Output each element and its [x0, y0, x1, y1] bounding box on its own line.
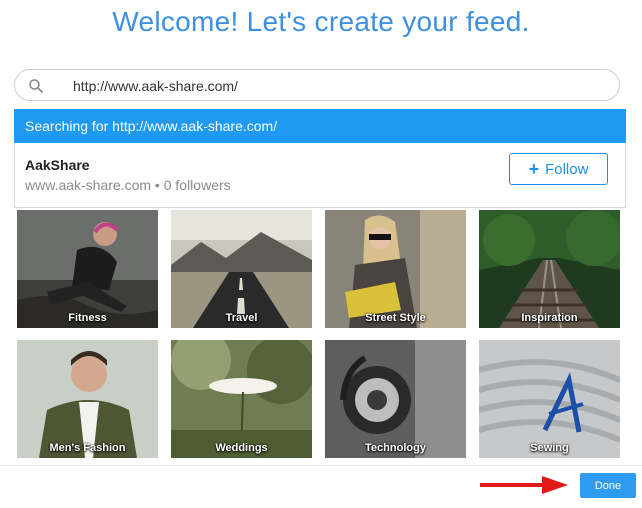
- category-label: Street Style: [365, 312, 426, 324]
- category-label: Weddings: [215, 442, 268, 454]
- result-name: AakShare: [25, 157, 90, 173]
- inspiration-image: [479, 210, 620, 328]
- search-result-item[interactable]: AakShare www.aak-share.com • 0 followers…: [14, 143, 626, 205]
- category-label: Technology: [365, 442, 426, 454]
- category-tile-mens-fashion[interactable]: Men's Fashion: [17, 340, 158, 458]
- page-title: Welcome! Let's create your feed.: [112, 6, 530, 37]
- searching-for-text: Searching for http://www.aak-share.com/: [25, 118, 278, 134]
- category-label: Sewing: [530, 442, 569, 454]
- searching-for-bar[interactable]: Searching for http://www.aak-share.com/: [14, 109, 626, 143]
- travel-image: [171, 210, 312, 328]
- fitness-image: [17, 210, 158, 328]
- arrow-right-icon: [480, 476, 568, 494]
- category-tile-weddings[interactable]: Weddings: [171, 340, 312, 458]
- footer-divider: [0, 465, 642, 466]
- search-box[interactable]: [14, 69, 620, 101]
- category-label: Men's Fashion: [49, 442, 126, 454]
- street-style-image: [325, 210, 466, 328]
- done-button[interactable]: Done: [580, 473, 636, 498]
- weddings-image: [171, 340, 312, 458]
- category-tile-technology[interactable]: Technology: [325, 340, 466, 458]
- result-meta: www.aak-share.com • 0 followers: [25, 177, 231, 193]
- technology-image: [325, 340, 466, 458]
- mens-fashion-image: [17, 340, 158, 458]
- sewing-image: [479, 340, 620, 458]
- category-label: Inspiration: [521, 312, 578, 324]
- category-label: Travel: [225, 312, 258, 324]
- follow-label: Follow: [545, 160, 589, 178]
- category-tile-sewing[interactable]: Sewing: [479, 340, 620, 458]
- category-tile-street-style[interactable]: Street Style: [325, 210, 466, 328]
- category-label: Fitness: [68, 312, 107, 324]
- category-tile-fitness[interactable]: Fitness: [17, 210, 158, 328]
- category-tile-inspiration[interactable]: Inspiration: [479, 210, 620, 328]
- search-input[interactable]: [71, 74, 595, 98]
- follow-button[interactable]: + Follow: [509, 153, 608, 185]
- category-tile-travel[interactable]: Travel: [171, 210, 312, 328]
- search-icon: [29, 79, 44, 94]
- plus-icon: +: [528, 159, 540, 179]
